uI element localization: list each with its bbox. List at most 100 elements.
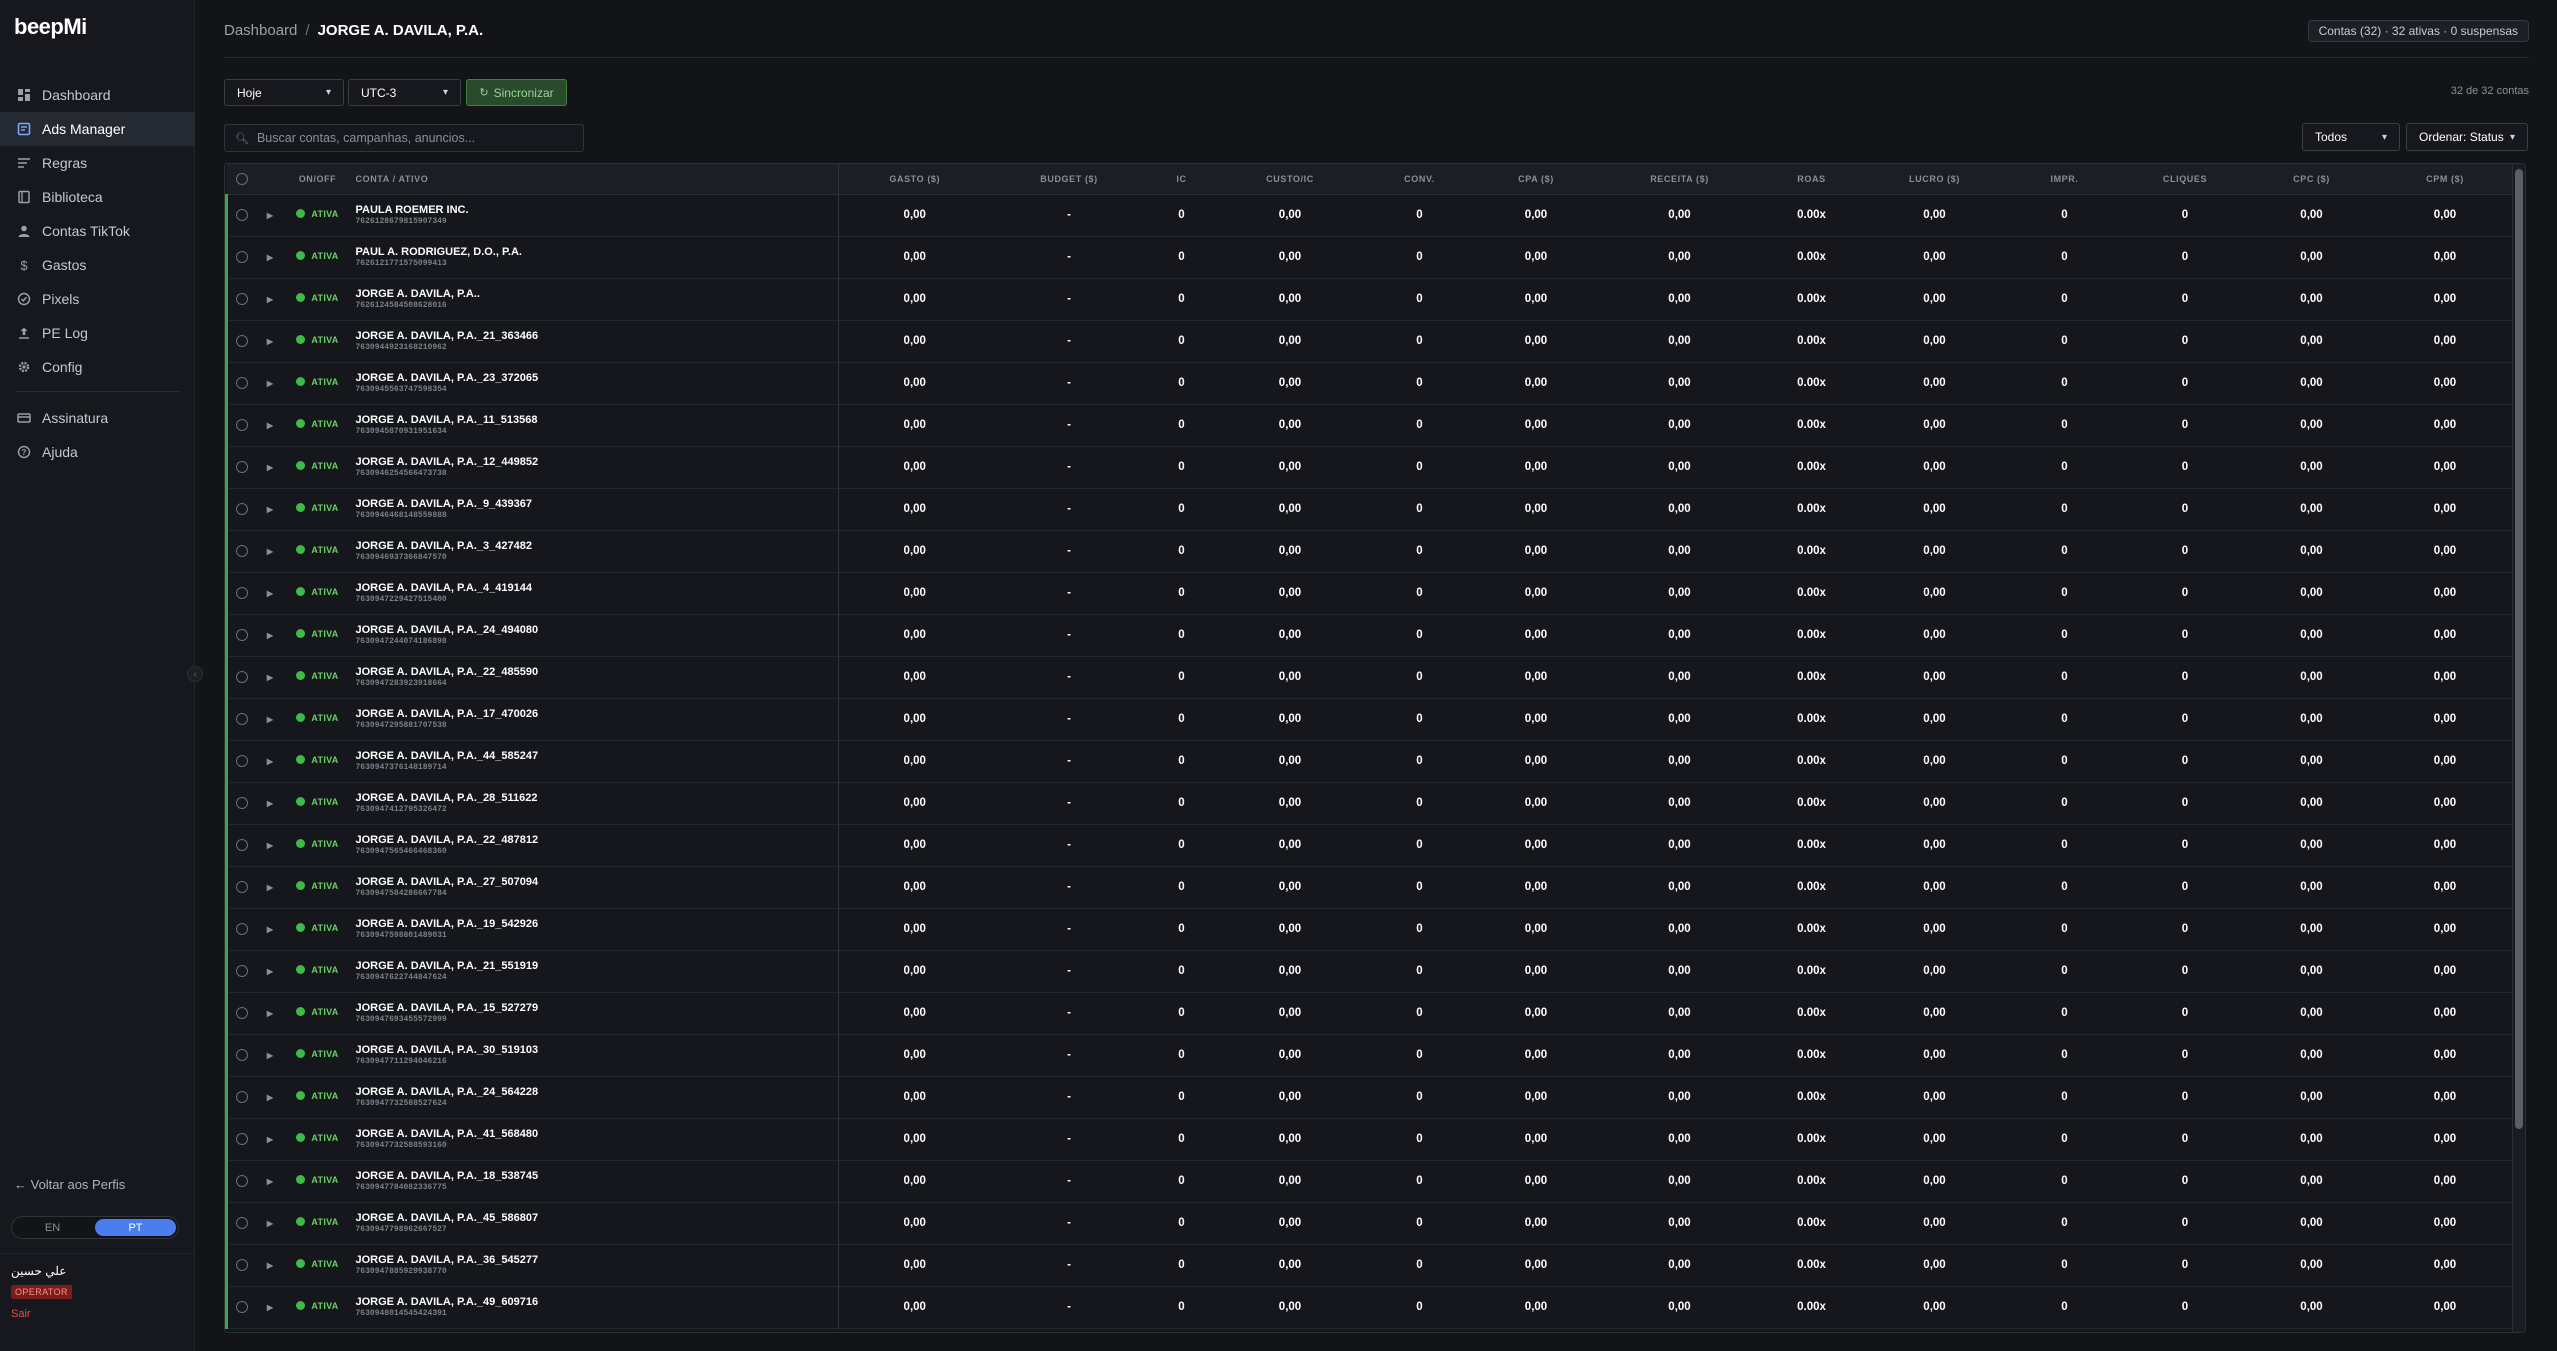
row-checkbox[interactable] [227, 572, 257, 614]
expand-row-button[interactable]: ▶ [257, 824, 284, 866]
table-row[interactable]: ▶ ATIVA JORGE A. DAVILA, P.A.. 762612458450… [226, 278, 2516, 320]
sidebar-item-biblioteca[interactable]: Biblioteca [0, 180, 195, 214]
account-cell[interactable]: JORGE A. DAVILA, P.A._30_519103 763094771… [351, 1034, 839, 1076]
account-cell[interactable]: JORGE A. DAVILA, P.A._21_363466 763094492… [351, 320, 839, 362]
table-row[interactable]: ▶ ATIVA JORGE A. DAVILA, P.A._22_487812 763… [226, 824, 2516, 866]
expand-row-button[interactable]: ▶ [257, 362, 284, 404]
status-toggle[interactable]: ATIVA [284, 530, 352, 572]
status-toggle[interactable]: ATIVA [284, 824, 352, 866]
status-toggle[interactable]: ATIVA [284, 1076, 352, 1118]
table-scrollbar[interactable] [2512, 164, 2525, 1332]
expand-row-button[interactable]: ▶ [257, 1286, 284, 1328]
status-toggle[interactable]: ATIVA [284, 740, 352, 782]
account-cell[interactable]: JORGE A. DAVILA, P.A._36_545277 763094788… [351, 1244, 839, 1286]
expand-row-button[interactable]: ▶ [257, 488, 284, 530]
expand-row-button[interactable]: ▶ [257, 1244, 284, 1286]
account-cell[interactable]: JORGE A. DAVILA, P.A._17_470026 763094729… [351, 698, 839, 740]
column-header-gasto[interactable]: GASTO ($) [838, 164, 991, 195]
table-row[interactable]: ▶ ATIVA JORGE A. DAVILA, P.A._19_542926 763… [226, 908, 2516, 950]
status-toggle[interactable]: ATIVA [284, 866, 352, 908]
status-toggle[interactable]: ATIVA [284, 446, 352, 488]
select-all-checkbox[interactable] [226, 164, 257, 195]
column-header-account[interactable]: CONTA / ATIVO [351, 164, 839, 195]
status-toggle[interactable]: ATIVA [284, 992, 352, 1034]
account-cell[interactable]: JORGE A. DAVILA, P.A._18_538745 763094778… [351, 1160, 839, 1202]
search-box[interactable]: 🔍︎ [224, 124, 584, 152]
sidebar-item-regras[interactable]: Regras [0, 146, 195, 180]
row-checkbox[interactable] [227, 236, 257, 278]
table-row[interactable]: ▶ ATIVA JORGE A. DAVILA, P.A._18_538745 763… [226, 1160, 2516, 1202]
back-to-profiles-link[interactable]: ← Voltar aos Perfis [14, 1177, 125, 1192]
account-cell[interactable]: JORGE A. DAVILA, P.A._12_449852 763094625… [351, 446, 839, 488]
status-toggle[interactable]: ATIVA [284, 656, 352, 698]
column-header-cliques[interactable]: CLIQUES [2121, 164, 2249, 195]
sidebar-item-contas-tiktok[interactable]: Contas TikTok [0, 214, 195, 248]
account-cell[interactable]: JORGE A. DAVILA, P.A._15_527279 763094769… [351, 992, 839, 1034]
status-toggle[interactable]: ATIVA [284, 320, 352, 362]
sidebar-item-assinatura[interactable]: Assinatura [0, 401, 195, 435]
status-toggle[interactable]: ATIVA [284, 782, 352, 824]
expand-row-button[interactable]: ▶ [257, 782, 284, 824]
table-row[interactable]: ▶ ATIVA JORGE A. DAVILA, P.A._15_527279 763… [226, 992, 2516, 1034]
table-row[interactable]: ▶ ATIVA JORGE A. DAVILA, P.A._41_568480 763… [226, 1118, 2516, 1160]
column-header-receita[interactable]: RECEITA ($) [1597, 164, 1762, 195]
expand-row-button[interactable]: ▶ [257, 530, 284, 572]
table-row[interactable]: ▶ ATIVA JORGE A. DAVILA, P.A._23_372065 763… [226, 362, 2516, 404]
row-checkbox[interactable] [227, 656, 257, 698]
column-header-cpc[interactable]: CPC ($) [2248, 164, 2375, 195]
status-toggle[interactable]: ATIVA [284, 362, 352, 404]
table-row[interactable]: ▶ ATIVA PAUL A. RODRIGUEZ, D.O., P.A. 76261… [226, 236, 2516, 278]
row-checkbox[interactable] [227, 782, 257, 824]
column-header-custo-ic[interactable]: CUSTO/IC [1215, 164, 1365, 195]
scrollbar-thumb[interactable] [2515, 169, 2523, 1129]
account-cell[interactable]: PAUL A. RODRIGUEZ, D.O., P.A. 76261217715… [351, 236, 839, 278]
account-cell[interactable]: JORGE A. DAVILA, P.A._45_586807 763094779… [351, 1202, 839, 1244]
table-row[interactable]: ▶ ATIVA JORGE A. DAVILA, P.A._45_586807 763… [226, 1202, 2516, 1244]
table-row[interactable]: ▶ ATIVA JORGE A. DAVILA, P.A._12_449852 763… [226, 446, 2516, 488]
sidebar-item-pixels[interactable]: Pixels [0, 282, 195, 316]
sidebar-item-gastos[interactable]: $ Gastos [0, 248, 195, 282]
sort-select[interactable]: Ordenar: Status ▾ [2406, 123, 2528, 151]
table-row[interactable]: ▶ ATIVA JORGE A. DAVILA, P.A._9_439367 7630… [226, 488, 2516, 530]
table-row[interactable]: ▶ ATIVA JORGE A. DAVILA, P.A._24_494080 763… [226, 614, 2516, 656]
sidebar-item-config[interactable]: Config [0, 350, 195, 384]
account-cell[interactable]: JORGE A. DAVILA, P.A.. 762612458450862801… [351, 278, 839, 320]
column-header-cpm[interactable]: CPM ($) [2374, 164, 2516, 195]
table-row[interactable]: ▶ ATIVA JORGE A. DAVILA, P.A._21_363466 763… [226, 320, 2516, 362]
expand-row-button[interactable]: ▶ [257, 236, 284, 278]
expand-row-button[interactable]: ▶ [257, 1160, 284, 1202]
account-cell[interactable]: JORGE A. DAVILA, P.A._3_427482 7630946937… [351, 530, 839, 572]
sidebar-item-ajuda[interactable]: ? Ajuda [0, 435, 195, 469]
expand-row-button[interactable]: ▶ [257, 698, 284, 740]
account-cell[interactable]: JORGE A. DAVILA, P.A._23_372065 763094556… [351, 362, 839, 404]
status-toggle[interactable]: ATIVA [284, 404, 352, 446]
expand-row-button[interactable]: ▶ [257, 950, 284, 992]
sync-button[interactable]: ↻ Sincronizar [466, 79, 567, 106]
status-filter-select[interactable]: Todos ▾ [2302, 123, 2400, 151]
column-header-conv[interactable]: CONV. [1364, 164, 1475, 195]
table-row[interactable]: ▶ ATIVA JORGE A. DAVILA, P.A._44_585247 763… [226, 740, 2516, 782]
account-cell[interactable]: JORGE A. DAVILA, P.A._22_485590 763094728… [351, 656, 839, 698]
row-checkbox[interactable] [227, 698, 257, 740]
column-header-cpa[interactable]: CPA ($) [1474, 164, 1598, 195]
expand-row-button[interactable]: ▶ [257, 866, 284, 908]
row-checkbox[interactable] [227, 278, 257, 320]
account-cell[interactable]: JORGE A. DAVILA, P.A._24_564228 763094773… [351, 1076, 839, 1118]
row-checkbox[interactable] [227, 740, 257, 782]
timezone-select[interactable]: UTC-3 ▾ [348, 79, 461, 106]
sidebar-item-dashboard[interactable]: Dashboard [0, 78, 195, 112]
status-toggle[interactable]: ATIVA [284, 278, 352, 320]
account-cell[interactable]: JORGE A. DAVILA, P.A._4_419144 7630947229… [351, 572, 839, 614]
date-range-select[interactable]: Hoje ▾ [224, 79, 344, 106]
row-checkbox[interactable] [227, 908, 257, 950]
expand-row-button[interactable]: ▶ [257, 1034, 284, 1076]
status-toggle[interactable]: ATIVA [284, 614, 352, 656]
lang-en-button[interactable]: EN [12, 1217, 93, 1238]
row-checkbox[interactable] [227, 1244, 257, 1286]
expand-row-button[interactable]: ▶ [257, 572, 284, 614]
table-row[interactable]: ▶ ATIVA JORGE A. DAVILA, P.A._24_564228 763… [226, 1076, 2516, 1118]
row-checkbox[interactable] [227, 194, 257, 236]
column-header-lucro[interactable]: LUCRO ($) [1861, 164, 2008, 195]
account-cell[interactable]: JORGE A. DAVILA, P.A._22_487812 763094756… [351, 824, 839, 866]
table-row[interactable]: ▶ ATIVA JORGE A. DAVILA, P.A._21_551919 763… [226, 950, 2516, 992]
